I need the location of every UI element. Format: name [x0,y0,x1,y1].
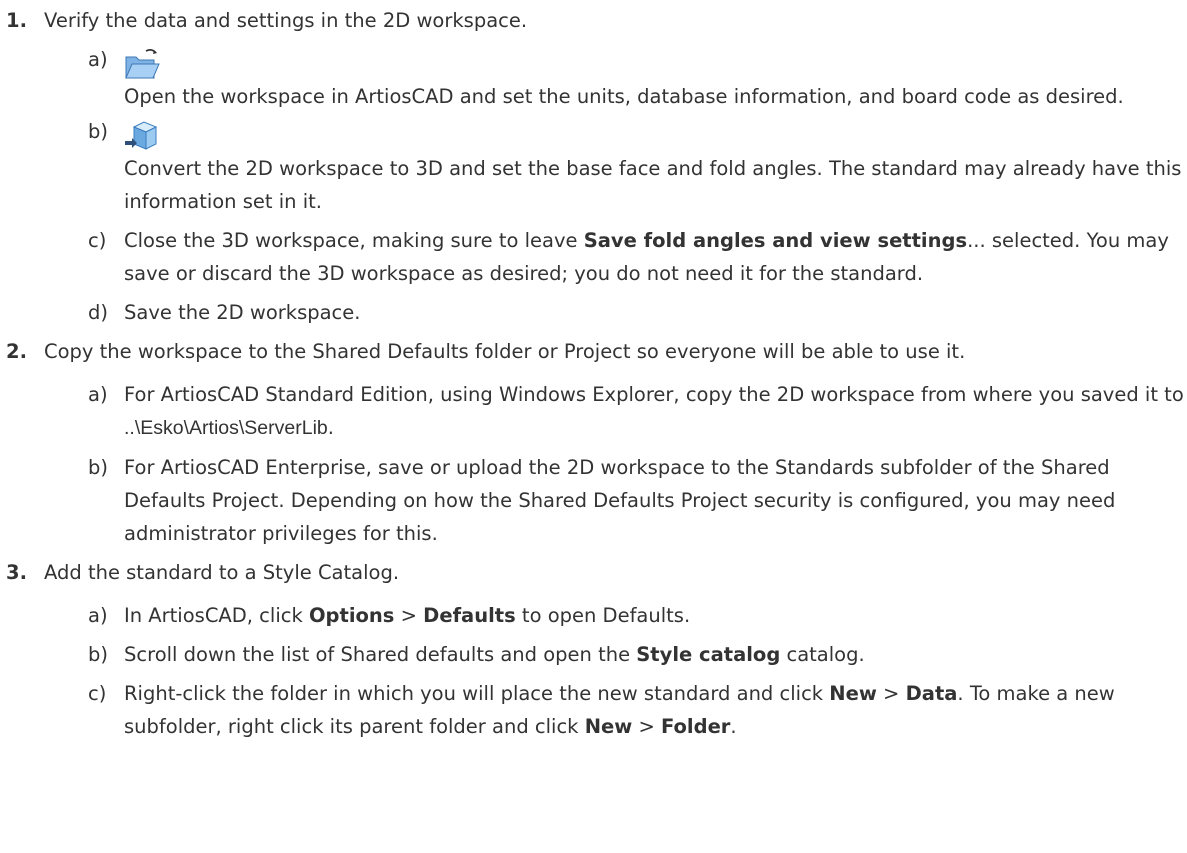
menu-data: Data [905,682,958,705]
substep-letter: b) [88,643,108,666]
substep-text: For ArtiosCAD Standard Edition, using Wi… [124,383,1184,406]
substep-text: Open the workspace in ArtiosCAD and set … [124,85,1124,108]
convert-to-3d-icon [124,119,160,153]
substep-list: a) Open the workspace in ArtiosCAD and s… [44,47,1187,329]
substep-1a: a) Open the workspace in ArtiosCAD and s… [44,47,1187,113]
substep-letter: a) [88,48,108,71]
step-number: 2. [6,340,27,363]
substep-3b: b) Scroll down the list of Shared defaul… [44,638,1187,671]
substep-3c: c) Right-click the folder in which you w… [44,677,1187,743]
menu-options: Options [308,604,395,627]
substep-1b: b) Convert the 2D workspace to 3D and se… [44,119,1187,218]
menu-folder: Folder [661,715,731,738]
step-text: Verify the data and settings in the 2D w… [44,9,528,32]
step-2: 2. Copy the workspace to the Shared Defa… [0,335,1187,550]
substep-1d: d) Save the 2D workspace. [44,296,1187,329]
substep-letter: b) [88,456,108,479]
substep-text: . [327,416,334,439]
substep-list: a) For ArtiosCAD Standard Edition, using… [44,378,1187,550]
catalog-name: Style catalog [636,643,781,666]
option-name: Save fold angles and view settings [583,229,968,252]
substep-text: For ArtiosCAD Enterprise, save or upload… [124,456,1116,545]
substep-letter: b) [88,120,108,143]
substep-text: Close the 3D workspace, making sure to l… [124,229,584,252]
step-text: Add the standard to a Style Catalog. [44,561,400,584]
step-3: 3. Add the standard to a Style Catalog. … [0,556,1187,743]
folder-path: ..\Esko\Artios\ServerLib [124,417,328,439]
procedure-document: 1. Verify the data and settings in the 2… [0,0,1187,749]
substep-letter: a) [88,383,108,406]
substep-list: a) In ArtiosCAD, click Options > Default… [44,599,1187,743]
substep-3a: a) In ArtiosCAD, click Options > Default… [44,599,1187,632]
substep-letter: c) [88,682,107,705]
substep-2a: a) For ArtiosCAD Standard Edition, using… [44,378,1187,445]
step-1: 1. Verify the data and settings in the 2… [0,4,1187,329]
substep-text: Save the 2D workspace. [124,301,361,324]
substep-letter: d) [88,301,108,324]
menu-defaults: Defaults [423,604,516,627]
menu-new: New [584,715,633,738]
step-number: 3. [6,561,27,584]
substep-1c: c) Close the 3D workspace, making sure t… [44,224,1187,290]
substep-text: Convert the 2D workspace to 3D and set t… [124,157,1182,213]
substep-letter: a) [88,604,108,627]
open-folder-icon [124,47,160,81]
substep-letter: c) [88,229,107,252]
step-text: Copy the workspace to the Shared Default… [44,340,966,363]
step-number: 1. [6,9,27,32]
substep-2b: b) For ArtiosCAD Enterprise, save or upl… [44,451,1187,550]
menu-new: New [829,682,877,705]
